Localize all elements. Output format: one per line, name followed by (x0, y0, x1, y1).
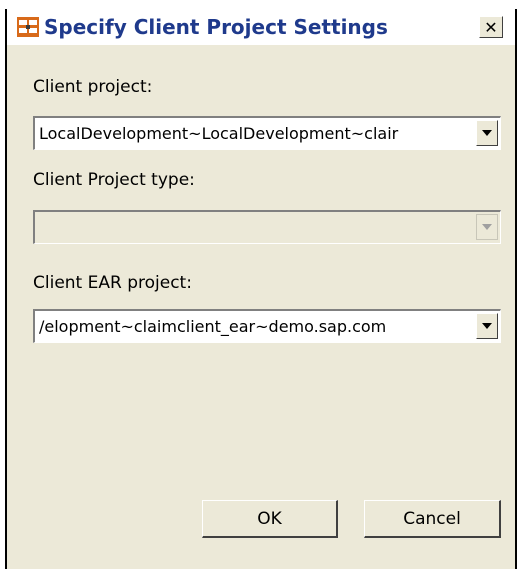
client-project-dropdown[interactable]: LocalDevelopment~LocalDevelopment~clair (33, 116, 501, 150)
client-project-type-label: Client Project type: (33, 170, 195, 190)
ok-button[interactable]: OK (202, 500, 338, 538)
chevron-down-icon (482, 224, 492, 230)
client-project-value: LocalDevelopment~LocalDevelopment~clair (39, 124, 399, 143)
close-button[interactable]: ✕ (479, 16, 503, 38)
close-icon: ✕ (484, 17, 498, 37)
client-project-type-dropdown[interactable] (33, 210, 501, 244)
wizard-settings-icon (16, 16, 40, 38)
chevron-down-icon (482, 130, 492, 136)
dialog-window: Specify Client Project Settings ✕ Client… (5, 9, 517, 569)
client-project-dropdown-button[interactable] (476, 120, 498, 146)
client-ear-project-dropdown-button[interactable] (476, 313, 498, 339)
client-ear-project-value: /elopment~claimclient_ear~demo.sap.com (39, 317, 387, 336)
client-project-type-dropdown-button[interactable] (476, 214, 498, 240)
client-ear-project-label: Client EAR project: (33, 273, 192, 293)
client-ear-project-dropdown[interactable]: /elopment~claimclient_ear~demo.sap.com (33, 309, 501, 343)
title-bar[interactable]: Specify Client Project Settings ✕ (7, 9, 515, 45)
cancel-button[interactable]: Cancel (364, 500, 501, 538)
chevron-down-icon (482, 323, 492, 329)
client-project-label: Client project: (33, 77, 153, 97)
dialog-title: Specify Client Project Settings (44, 15, 388, 39)
